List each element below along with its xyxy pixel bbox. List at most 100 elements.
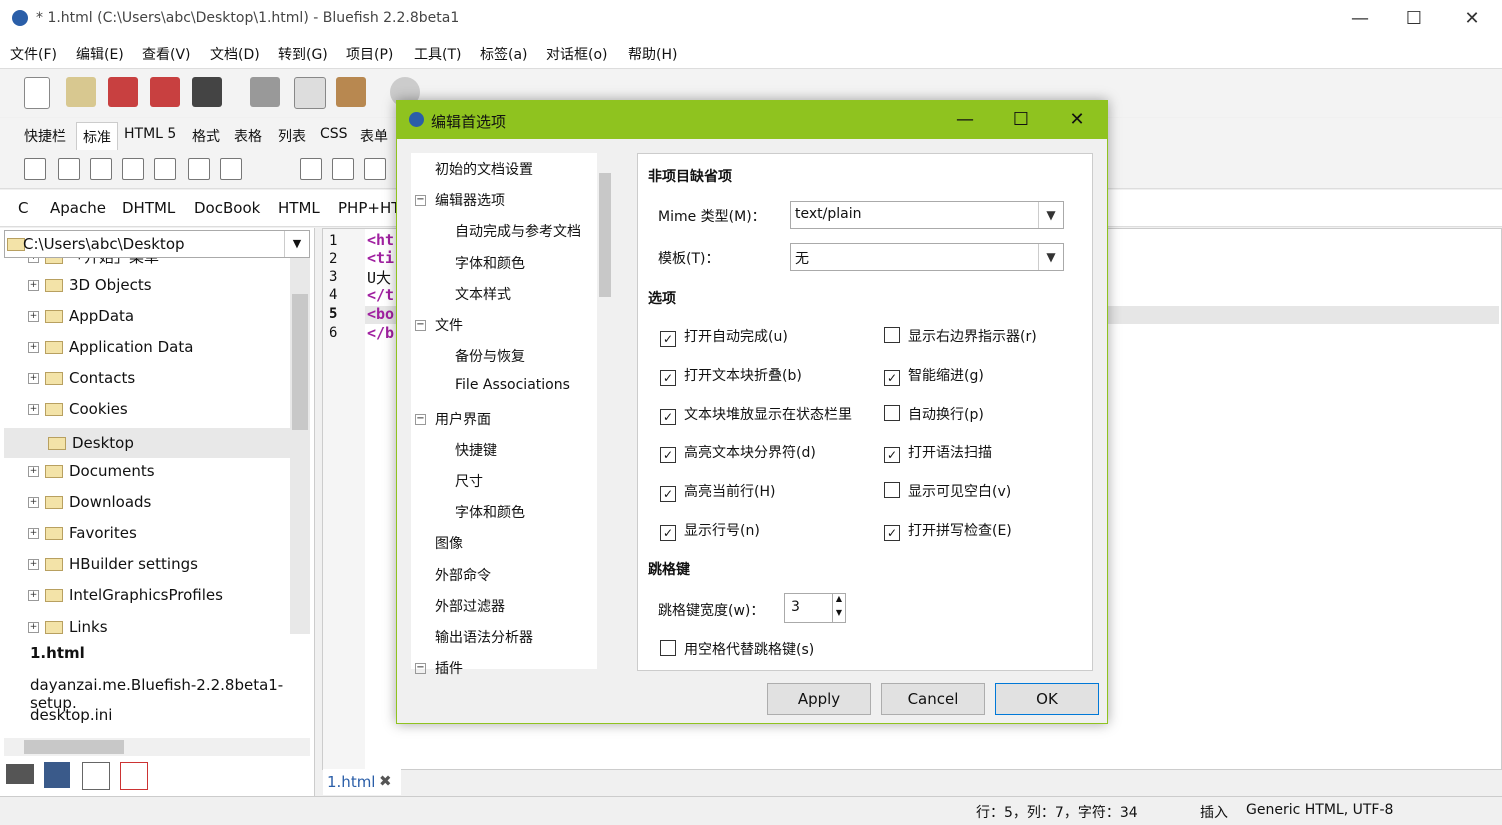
close-file-icon[interactable] bbox=[192, 77, 222, 107]
expand-icon[interactable]: + bbox=[28, 466, 39, 477]
nav-item[interactable]: 初始的文档设置 bbox=[435, 159, 533, 179]
nav-item[interactable]: 外部命令 bbox=[435, 565, 491, 585]
encoding-status[interactable]: Generic HTML, UTF-8 bbox=[1246, 802, 1393, 818]
tree-item[interactable]: +3D Objects bbox=[28, 276, 152, 302]
charmap-icon[interactable] bbox=[82, 762, 110, 790]
comment-icon[interactable] bbox=[332, 158, 354, 180]
checkbox-box[interactable]: ✓ bbox=[660, 486, 676, 503]
menu-document[interactable]: 文档(D) bbox=[210, 44, 260, 64]
tree-item[interactable]: + Contacts bbox=[28, 369, 135, 395]
paste-icon[interactable] bbox=[336, 77, 366, 107]
new-file-icon[interactable] bbox=[24, 77, 50, 109]
nav-item[interactable]: 图像 bbox=[435, 533, 463, 553]
expand-icon[interactable]: + bbox=[28, 622, 39, 633]
close-tab-icon[interactable]: ✖ bbox=[379, 772, 392, 790]
checkbox-box[interactable] bbox=[884, 482, 900, 499]
checkbox-box[interactable]: ✓ bbox=[660, 525, 676, 541]
nav-item[interactable]: 文本样式 bbox=[455, 284, 511, 304]
spin-down-icon[interactable]: ▼ bbox=[832, 608, 845, 622]
option-checkbox[interactable]: 显示右边界指示器(r) bbox=[884, 326, 1037, 346]
tree-item[interactable]: + AppData bbox=[28, 307, 134, 333]
open-folder-icon[interactable] bbox=[66, 77, 96, 107]
nav-scrollbar[interactable] bbox=[597, 153, 613, 669]
tree-item[interactable]: + Documents bbox=[28, 462, 155, 488]
nav-item[interactable]: 备份与恢复 bbox=[455, 346, 525, 366]
tab-list[interactable]: 列表 bbox=[278, 126, 306, 146]
collapse-icon[interactable]: − bbox=[415, 413, 426, 425]
tab-width-spinner[interactable]: 3 ▲ ▼ bbox=[784, 593, 846, 623]
nav-item[interactable]: 字体和颜色 bbox=[455, 253, 525, 273]
checkbox-box[interactable]: ✓ bbox=[660, 331, 676, 347]
checkbox-box[interactable]: ✓ bbox=[884, 525, 900, 541]
tree-item[interactable]: + Favorites bbox=[28, 524, 137, 550]
checkbox-box[interactable] bbox=[884, 404, 900, 421]
spaces-for-tabs-checkbox[interactable]: 用空格代替跳格键(s) bbox=[660, 639, 814, 659]
option-checkbox[interactable]: ✓ 智能缩进(g) bbox=[884, 365, 984, 386]
scroll-thumb[interactable] bbox=[292, 294, 308, 430]
menu-edit[interactable]: 编辑(E) bbox=[76, 44, 124, 64]
checkbox-box[interactable]: ✓ bbox=[660, 369, 676, 386]
checkbox-box[interactable]: ✓ bbox=[660, 408, 676, 425]
tree-item[interactable]: + Links bbox=[28, 618, 108, 634]
nav-item[interactable]: 输出语法分析器 bbox=[435, 627, 533, 647]
mime-combo[interactable]: text/plain ▼ bbox=[790, 201, 1064, 229]
option-checkbox[interactable]: ✓ 高亮当前行(H) bbox=[660, 481, 775, 503]
tree-item[interactable]: + HBuilder settings bbox=[28, 555, 198, 581]
filebrowser-icon[interactable] bbox=[6, 764, 34, 784]
checkbox-box[interactable] bbox=[884, 327, 900, 343]
menu-view[interactable]: 查看(V) bbox=[142, 44, 191, 64]
nav-item[interactable]: 快捷键 bbox=[455, 440, 497, 460]
option-checkbox[interactable]: ✓ 打开语法扫描 bbox=[884, 442, 992, 464]
collapse-icon[interactable]: − bbox=[415, 320, 426, 331]
bold-icon[interactable] bbox=[90, 158, 112, 180]
anchor-icon[interactable] bbox=[300, 158, 322, 180]
list-item[interactable]: 1.html bbox=[30, 644, 85, 662]
menu-file[interactable]: 文件(F) bbox=[10, 44, 57, 64]
expand-icon[interactable]: + bbox=[28, 590, 39, 601]
list-item[interactable]: desktop.ini bbox=[30, 706, 112, 724]
checkbox-box[interactable]: ✓ bbox=[660, 447, 676, 464]
nav-item[interactable]: File Associations bbox=[455, 377, 570, 393]
expand-icon[interactable]: + bbox=[28, 373, 39, 384]
quickstart-icon[interactable] bbox=[24, 158, 46, 180]
checkbox-box[interactable] bbox=[660, 640, 676, 656]
option-checkbox[interactable]: ✓ 打开自动完成(u) bbox=[660, 326, 788, 347]
nav-item[interactable]: 插件 bbox=[435, 658, 463, 678]
chevron-down-icon[interactable]: ▼ bbox=[1038, 244, 1063, 270]
style-icon[interactable] bbox=[364, 158, 386, 180]
expand-icon[interactable]: + bbox=[28, 497, 39, 508]
nav-item[interactable]: 用户界面 bbox=[435, 409, 491, 429]
menu-tags[interactable]: 标签(a) bbox=[480, 44, 528, 64]
option-checkbox[interactable]: ✓ 显示行号(n) bbox=[660, 520, 760, 541]
expand-icon[interactable]: + bbox=[28, 280, 39, 291]
save-as-icon[interactable] bbox=[150, 77, 180, 107]
lang-c[interactable]: C bbox=[18, 199, 28, 217]
lang-php[interactable]: PHP+HT bbox=[338, 199, 400, 217]
tree-item[interactable]: + Application Data bbox=[28, 338, 193, 364]
path-combo[interactable]: C:\Users\abc\Desktop ▼ bbox=[4, 230, 310, 258]
tab-form[interactable]: 表单 bbox=[360, 126, 388, 146]
lang-html[interactable]: HTML bbox=[278, 199, 320, 217]
ok-button[interactable]: OK bbox=[995, 683, 1099, 715]
tab-standard[interactable]: 标准 bbox=[76, 122, 118, 151]
collapse-icon[interactable]: − bbox=[415, 663, 426, 675]
chevron-down-icon[interactable]: ▼ bbox=[1038, 202, 1063, 228]
minimize-icon[interactable]: — bbox=[945, 107, 985, 133]
expand-icon[interactable]: + bbox=[28, 311, 39, 322]
nav-item[interactable]: 外部过滤器 bbox=[435, 596, 505, 616]
option-checkbox[interactable]: 显示可见空白(v) bbox=[884, 481, 1011, 501]
checkbox-box[interactable]: ✓ bbox=[884, 369, 900, 386]
close-icon[interactable]: ✕ bbox=[1452, 6, 1492, 32]
scroll-thumb[interactable] bbox=[599, 173, 611, 297]
expand-icon[interactable]: + bbox=[28, 258, 39, 263]
collapse-icon[interactable]: − bbox=[415, 195, 426, 207]
image-icon[interactable] bbox=[220, 158, 242, 180]
tree-item[interactable]: + Cookies bbox=[28, 400, 128, 426]
bookmarks-icon[interactable] bbox=[44, 762, 70, 788]
snippets-icon[interactable] bbox=[120, 762, 148, 790]
lang-apache[interactable]: Apache bbox=[50, 199, 106, 217]
copy-icon[interactable] bbox=[294, 77, 326, 109]
lang-dhtml[interactable]: DHTML bbox=[122, 199, 175, 217]
tab-table[interactable]: 表格 bbox=[234, 126, 262, 146]
menu-tools[interactable]: 工具(T) bbox=[414, 44, 461, 64]
